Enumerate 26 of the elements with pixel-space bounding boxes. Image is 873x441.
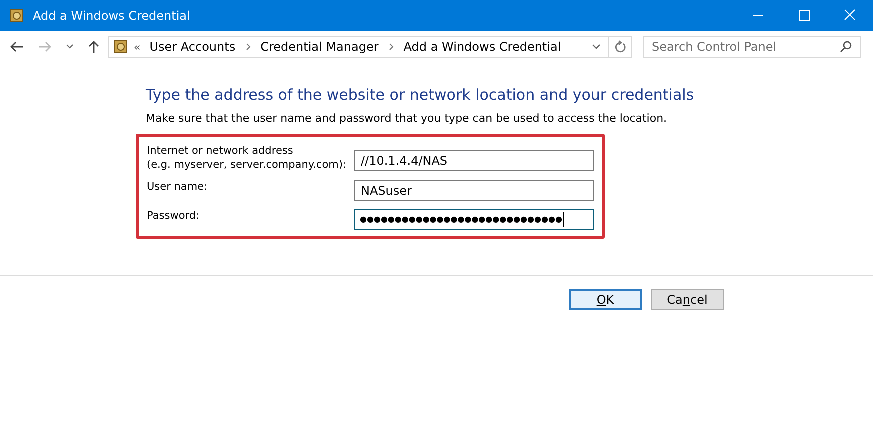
input-field[interactable]: //10.1.4.4/NAS (354, 150, 594, 171)
input-field[interactable]: ●●●●●●●●●●●●●●●●●●●●●●●●●●●●● (354, 209, 594, 230)
safe-icon (10, 8, 24, 22)
chevron-down-icon[interactable] (66, 44, 74, 50)
window-title: Add a Windows Credential (33, 8, 192, 22)
chevron-right-icon (388, 43, 394, 51)
breadcrumb[interactable]: Credential Manager (260, 40, 379, 54)
dialog-button[interactable]: Cancel (651, 289, 724, 310)
chevron-down-icon[interactable] (592, 44, 601, 50)
search-field[interactable]: Search Control Panel (643, 36, 861, 58)
field-label: Internet or network address (e.g. myserver, server.company.com): (147, 144, 348, 172)
field-label: Password: (147, 209, 201, 223)
page-heading: Type the address of the website or network location and your credentials (146, 86, 696, 104)
overflow-chevron[interactable]: « (134, 40, 141, 54)
back-arrow-icon[interactable] (10, 41, 24, 53)
up-arrow-icon[interactable] (88, 40, 100, 54)
dialog-button[interactable]: OK (569, 289, 642, 310)
breadcrumb[interactable]: User Accounts (150, 40, 236, 54)
search-icon[interactable] (840, 41, 852, 53)
description-text: Make sure that the user name and password that you type can be used to access the location. (146, 112, 668, 125)
safe-icon (114, 40, 128, 54)
field-label: User name: (147, 180, 209, 194)
breadcrumb[interactable]: Add a Windows Credential (404, 40, 562, 54)
chevron-right-icon (246, 43, 251, 51)
input-field[interactable]: NASuser (354, 180, 594, 201)
address-bar[interactable]: « User Accounts Credential Manager Add a Windows Credential (108, 36, 632, 58)
